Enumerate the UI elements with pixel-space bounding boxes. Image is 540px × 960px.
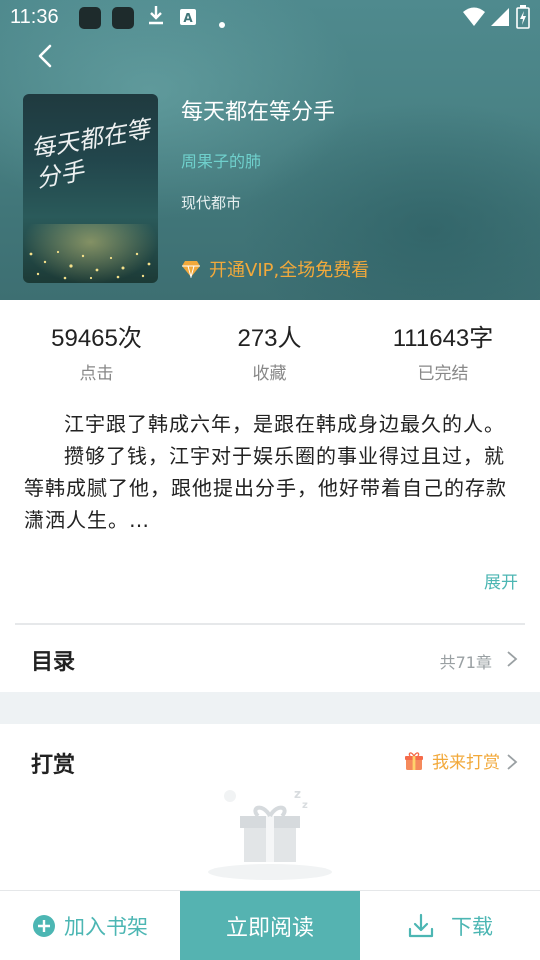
chevron-right-icon xyxy=(507,651,518,667)
expand-button[interactable]: 展开 xyxy=(484,568,518,593)
section-separator xyxy=(0,692,540,724)
app-icon xyxy=(112,7,134,29)
synopsis-paragraph: 攒够了钱，江宇对于娱乐圈的事业得过且过，就等韩成腻了他，跟他提出分手，他好带着自… xyxy=(24,444,507,532)
tip-button-label: 我来打赏 xyxy=(432,753,500,773)
toc-title: 目录 xyxy=(31,650,76,675)
back-arrow-icon xyxy=(38,44,52,68)
add-to-shelf-label: 加入书架 xyxy=(64,915,148,939)
vip-promo[interactable]: 开通VIP,全场免费看 xyxy=(181,256,369,282)
book-stats: 59465次 点击 273人 收藏 111643字 已完结 xyxy=(0,300,540,392)
stat-label: 收藏 xyxy=(252,364,287,384)
translate-icon: A xyxy=(179,8,197,31)
status-bar: 11:36 A xyxy=(0,0,540,36)
diamond-icon xyxy=(182,261,200,278)
book-header: 11:36 A 每天都在等分手 每天都在等分手 周果子的肺 现代都市 开通VIP… xyxy=(0,0,540,300)
add-to-shelf-button[interactable]: 加入书架 xyxy=(0,891,180,960)
cover-title: 每天都在等分手 xyxy=(28,115,152,193)
empty-gift-illustration: z z xyxy=(208,787,332,880)
chapter-count: 共71章 xyxy=(439,653,492,672)
download-icon xyxy=(408,913,434,938)
download-label: 下载 xyxy=(451,915,493,939)
book-category: 现代都市 xyxy=(181,194,242,212)
download-icon xyxy=(146,4,166,31)
synopsis-paragraph: 江宇跟了韩成六年，是跟在韩成身边最久的人。 xyxy=(64,412,505,436)
read-now-button[interactable]: 立即阅读 xyxy=(180,891,360,960)
svg-text:z: z xyxy=(294,787,301,801)
stat-value: 273人 xyxy=(237,325,302,352)
vip-promo-label: 开通VIP,全场免费看 xyxy=(209,260,370,281)
tip-title: 打赏 xyxy=(31,753,76,778)
back-button[interactable] xyxy=(30,40,62,72)
stat-label: 已完结 xyxy=(417,364,469,384)
svg-text:A: A xyxy=(183,11,193,25)
app-icon xyxy=(79,7,101,29)
stat-word-count: 111643字 已完结 xyxy=(346,300,540,392)
wifi-icon xyxy=(462,6,486,33)
book-title: 每天都在等分手 xyxy=(181,100,336,125)
tip-button[interactable]: 我来打赏 xyxy=(404,748,500,773)
status-time: 11:36 xyxy=(10,6,59,28)
read-now-label: 立即阅读 xyxy=(225,916,314,941)
stat-clicks: 59465次 点击 xyxy=(0,300,193,392)
plus-circle-icon xyxy=(33,915,55,937)
chevron-right-icon xyxy=(507,754,518,770)
download-button[interactable]: 下载 xyxy=(360,891,540,960)
book-author[interactable]: 周果子的肺 xyxy=(181,148,261,172)
synopsis: 江宇跟了韩成六年，是跟在韩成身边最久的人。 攒够了钱，江宇对于娱乐圈的事业得过且… xyxy=(24,408,518,536)
stat-value: 111643字 xyxy=(392,325,494,352)
dot-icon xyxy=(218,13,226,34)
stat-favorites: 273人 收藏 xyxy=(193,300,346,392)
svg-text:z: z xyxy=(302,800,308,811)
table-of-contents-row[interactable]: 目录 共71章 xyxy=(0,625,540,692)
tip-section: 打赏 我来打赏 z z xyxy=(0,724,540,892)
bottom-action-bar: 加入书架 立即阅读 下载 xyxy=(0,890,540,960)
battery-icon xyxy=(516,5,530,34)
signal-icon xyxy=(490,7,510,32)
stat-value: 59465次 xyxy=(51,325,142,352)
gift-icon xyxy=(405,751,423,770)
stat-label: 点击 xyxy=(79,364,114,384)
book-cover[interactable]: 每天都在等分手 xyxy=(23,94,158,283)
